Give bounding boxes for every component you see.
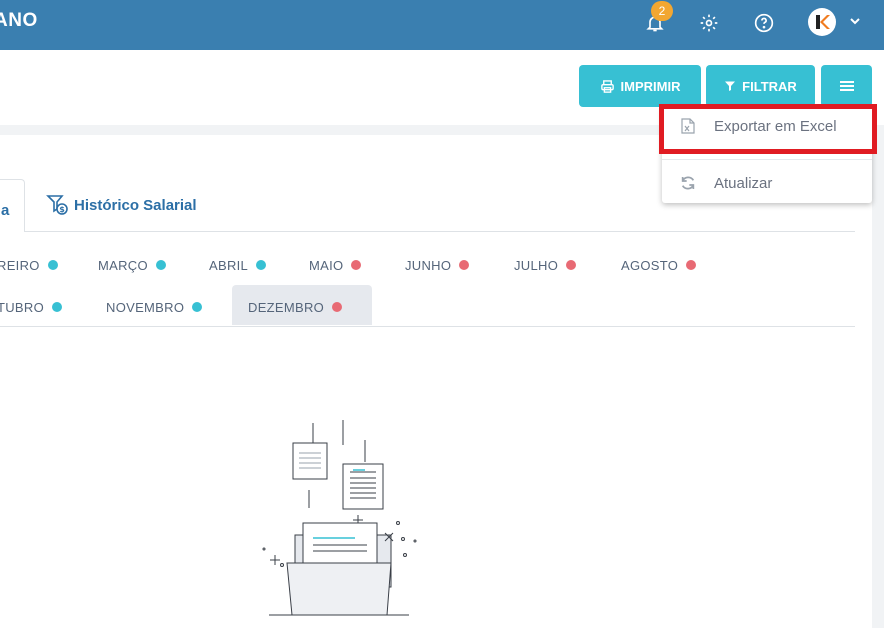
month-tab-junho[interactable]: JUNHO <box>405 255 470 275</box>
empty-state-illustration <box>262 420 417 616</box>
help-icon <box>754 13 774 33</box>
refresh-icon <box>662 175 714 191</box>
tab-historico-salarial[interactable]: $ Histórico Salarial <box>46 193 197 217</box>
highlight-box <box>659 104 877 154</box>
filter-label: FILTRAR <box>742 78 797 94</box>
month-tab-agosto[interactable]: AGOSTO <box>621 255 697 275</box>
chevron-down-icon <box>850 18 860 25</box>
month-divider <box>0 326 855 327</box>
month-label: DEZEMBRO <box>248 299 325 315</box>
print-label: IMPRIMIR <box>620 78 681 94</box>
gear-icon <box>700 14 718 32</box>
menu-button[interactable] <box>821 65 872 107</box>
notification-badge: 2 <box>651 1 673 21</box>
month-label: REIRO <box>0 257 40 273</box>
status-dot <box>566 260 577 270</box>
brand-logo: ANO <box>0 10 38 31</box>
printer-icon <box>600 79 614 93</box>
month-label: ABRIL <box>209 257 249 273</box>
help-button[interactable] <box>751 10 777 36</box>
month-label: JULHO <box>514 257 559 273</box>
tab-historico-label: Histórico Salarial <box>74 196 197 214</box>
menu-divider <box>662 159 872 160</box>
month-label: MAIO <box>309 257 344 273</box>
month-tab-marco[interactable]: MARÇO <box>98 255 166 275</box>
month-tab-novembro[interactable]: NOVEMBRO <box>106 297 203 317</box>
status-dot <box>256 260 267 270</box>
month-tab-fevereiro[interactable]: REIRO <box>0 255 58 275</box>
month-label: JUNHO <box>405 257 452 273</box>
k-logo-icon <box>816 15 830 29</box>
status-dot <box>52 302 62 312</box>
tab-active[interactable]: a <box>0 179 25 232</box>
tab-active-label: a <box>1 202 10 219</box>
status-dot <box>332 302 343 312</box>
status-dot <box>686 260 697 270</box>
month-label: AGOSTO <box>621 257 679 273</box>
filter-dollar-icon: $ <box>46 195 68 215</box>
month-label: NOVEMBRO <box>106 299 185 315</box>
menu-item-label: Atualizar <box>714 174 773 192</box>
print-button[interactable]: IMPRIMIR <box>579 65 701 107</box>
month-tab-outubro[interactable]: TUBRO <box>0 297 62 317</box>
status-dot <box>459 260 470 270</box>
status-dot <box>351 260 362 270</box>
month-label: TUBRO <box>0 299 44 315</box>
status-dot <box>192 302 203 312</box>
menu-item-atualizar[interactable]: Atualizar <box>662 165 872 201</box>
month-tab-julho[interactable]: JULHO <box>514 255 577 275</box>
month-label: MARÇO <box>98 257 148 273</box>
settings-button[interactable] <box>696 10 722 36</box>
hamburger-icon <box>839 81 854 91</box>
status-dot <box>155 260 166 270</box>
tab-divider <box>25 231 855 232</box>
filter-button[interactable]: FILTRAR <box>706 65 815 107</box>
month-tab-dezembro[interactable]: DEZEMBRO <box>248 297 343 317</box>
user-menu-toggle[interactable] <box>849 14 861 32</box>
month-tab-maio[interactable]: MAIO <box>309 255 362 275</box>
filter-icon <box>725 81 736 91</box>
month-tab-abril[interactable]: ABRIL <box>209 255 267 275</box>
status-dot <box>47 260 58 270</box>
svg-text:$: $ <box>59 205 65 214</box>
avatar[interactable] <box>808 8 836 36</box>
